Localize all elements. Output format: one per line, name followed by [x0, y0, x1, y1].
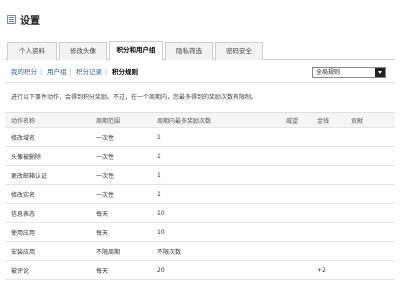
subnav-credit-log[interactable]: 积分记录 — [76, 66, 102, 78]
credit-rules-table: 动作名称 周期范围 周期内最多奖励次数 威望 金钱 贡献 修改域名 一次性 1 头像被… — [5, 112, 395, 280]
column-header-cycle: 周期范围 — [96, 117, 121, 125]
subnav-usergroup[interactable]: 用户组 — [47, 66, 67, 78]
settings-list-icon — [7, 15, 16, 24]
cell-max-rewards: 1 — [157, 190, 161, 198]
cell-action: 使用应用 — [11, 229, 36, 237]
cell-action: 修改域名 — [11, 134, 36, 142]
tab-profile[interactable]: 个人资料 — [7, 42, 57, 60]
table-row: 更改邮箱认证 一次性 1 — [5, 166, 395, 185]
column-header-money: 金钱 — [317, 117, 330, 125]
subnav-separator: | — [69, 68, 72, 76]
cell-max-rewards: 20 — [157, 266, 165, 274]
table-row: 头像被删除 一次性 1 — [5, 147, 395, 166]
table-header-row: 动作名称 周期范围 周期内最多奖励次数 威望 金钱 贡献 — [5, 112, 395, 128]
table-row: 修改实名 一次性 1 — [5, 185, 395, 204]
column-header-contribution: 贡献 — [351, 117, 364, 125]
cell-cycle: 一次性 — [96, 191, 115, 199]
cell-action: 信息表态 — [11, 210, 36, 218]
column-header-prestige: 威望 — [286, 117, 299, 125]
cell-cycle: 不限周期 — [96, 248, 121, 256]
cell-cycle: 一次性 — [96, 172, 115, 180]
cell-cycle: 每天 — [96, 267, 109, 275]
subnav-my-credits[interactable]: 我的积分 — [11, 66, 37, 78]
subnav-separator: | — [40, 68, 43, 76]
tab-avatar[interactable]: 修改头像 — [59, 42, 107, 60]
column-header-max-rewards: 周期内最多奖励次数 — [157, 117, 212, 125]
cell-action: 安装应用 — [11, 248, 36, 256]
cell-cycle: 一次性 — [96, 134, 115, 142]
page-title: 设置 — [20, 16, 40, 27]
cell-cycle: 一次性 — [96, 153, 115, 161]
rule-scope-value: 全局规则 — [316, 69, 341, 76]
cell-max-rewards: 1 — [157, 152, 161, 160]
subnav-credit-rules[interactable]: 积分规则 — [112, 66, 138, 78]
rules-description: 进行以下事件动作，会得到积分奖励。不过，在一个周期内，您最多得到的奖励次数有限制… — [11, 94, 258, 101]
table-row: 安装应用 不限周期 不限次数 — [5, 242, 395, 261]
cell-money: +2 — [317, 266, 326, 274]
cell-action: 修改实名 — [11, 191, 36, 199]
cell-action: 头像被删除 — [11, 153, 42, 161]
tab-bar: 个人资料 修改头像 积分和用户组 隐私筛选 密码安全 — [5, 40, 395, 60]
table-row: 修改域名 一次性 1 — [5, 128, 395, 147]
cell-max-rewards: 1 — [157, 133, 161, 141]
cell-action: 更改邮箱认证 — [11, 172, 48, 180]
subnav-separator: | — [105, 68, 108, 76]
cell-max-rewards: 10 — [157, 228, 165, 236]
table-body: 修改域名 一次性 1 头像被删除 一次性 1 更改邮箱认证 一次性 1 修改实名 一次性 1 信息表态每… — [5, 128, 395, 280]
table-row: 信息表态 每天 10 — [5, 204, 395, 223]
cell-cycle: 每天 — [96, 210, 109, 218]
column-header-action: 动作名称 — [11, 117, 36, 125]
tab-credits-usergroup[interactable]: 积分和用户组 — [109, 41, 163, 60]
cell-action: 被评论 — [11, 267, 30, 275]
rule-scope-select[interactable]: 全局规则 — [312, 67, 386, 78]
cell-max-rewards: 不限次数 — [157, 248, 182, 256]
chevron-down-icon[interactable] — [375, 68, 385, 77]
tab-privacy[interactable]: 隐私筛选 — [165, 42, 213, 60]
tab-password-security[interactable]: 密码安全 — [215, 42, 263, 60]
table-row: 被评论 每天 20 +2 — [5, 261, 395, 280]
cell-cycle: 每天 — [96, 229, 109, 237]
cell-max-rewards: 10 — [157, 209, 165, 217]
title-bar: 设置 — [0, 0, 400, 38]
table-row: 使用应用 每天 10 — [5, 223, 395, 242]
divider — [5, 82, 395, 83]
cell-max-rewards: 1 — [157, 171, 161, 179]
